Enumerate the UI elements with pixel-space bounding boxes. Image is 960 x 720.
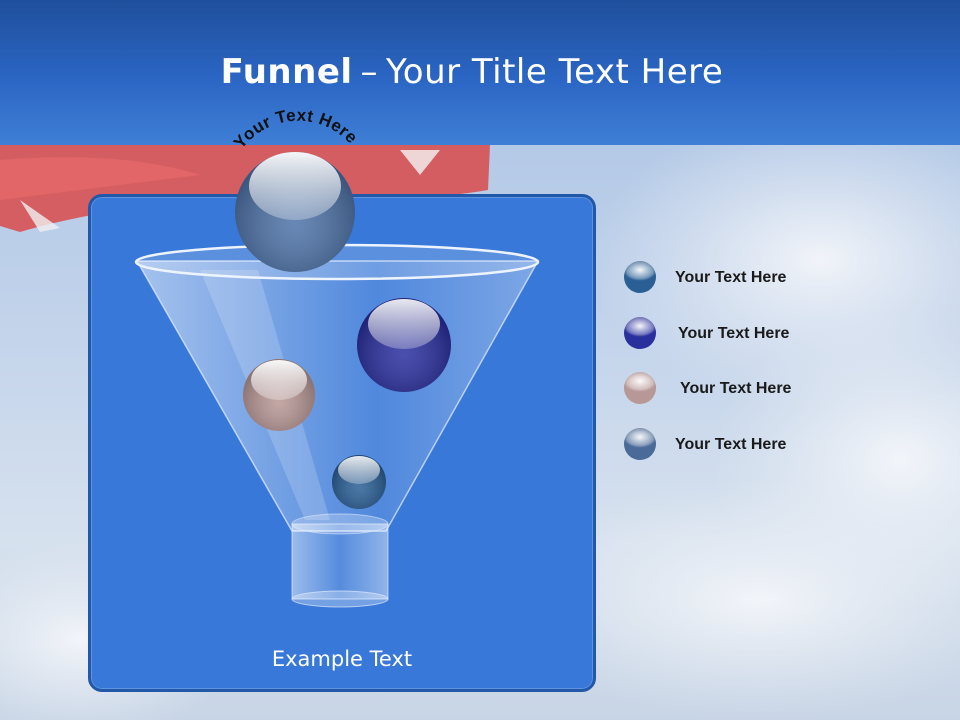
legend-ball-icon bbox=[624, 261, 656, 293]
sphere-rose bbox=[243, 359, 315, 431]
sphere-navy bbox=[357, 298, 451, 392]
sphere-top bbox=[235, 152, 355, 272]
sphere-blue bbox=[332, 455, 386, 509]
funnel-graphic: Your Text Here bbox=[134, 106, 540, 608]
arc-label: Your Text Here bbox=[230, 106, 362, 153]
legend-ball-icon bbox=[624, 428, 656, 460]
example-text: Example Text bbox=[271, 647, 413, 671]
legend-label: Your Text Here bbox=[675, 269, 787, 286]
legend-ball-icon bbox=[624, 372, 656, 404]
legend-label: Your Text Here bbox=[678, 325, 790, 342]
funnel-spout bbox=[291, 513, 389, 608]
legend-label: Your Text Here bbox=[680, 380, 792, 397]
legend-ball-icon bbox=[624, 317, 656, 349]
legend-label: Your Text Here bbox=[675, 436, 787, 453]
arc-label-path: Your Text Here bbox=[230, 106, 361, 153]
